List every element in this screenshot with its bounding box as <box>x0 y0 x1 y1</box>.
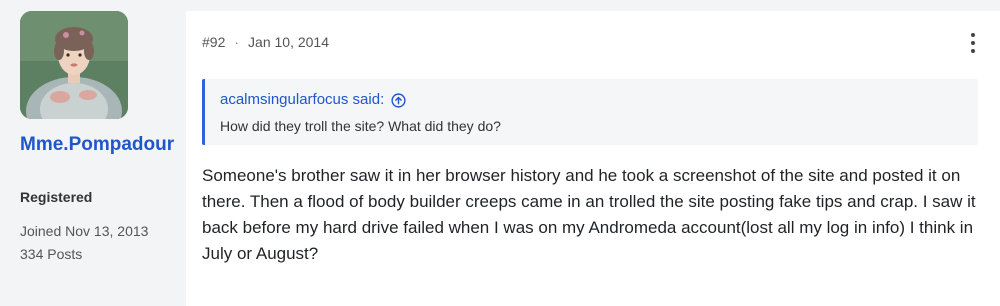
post: #92 · Jan 10, 2014 acalmsingularfocus said… <box>186 11 1000 306</box>
post-body: Someone's brother saw it in her browser … <box>202 166 976 263</box>
username[interactable]: Mme.Pompadour <box>20 133 180 157</box>
avatar-portrait-image <box>20 11 128 119</box>
quote-text: How did they troll the site? What did th… <box>220 118 501 134</box>
more-dot <box>971 41 975 45</box>
more-vertical-icon[interactable] <box>968 33 978 53</box>
user-role: Registered <box>20 189 93 205</box>
user-sidebar: Mme.Pompadour Registered Joined Nov 13, … <box>0 0 186 306</box>
post-number[interactable]: #92 <box>202 34 225 50</box>
user-joined-date: Joined Nov 13, 2013 <box>20 223 149 239</box>
quote-block: acalmsingularfocus said: How did they tr… <box>202 79 978 145</box>
quote-author: acalmsingularfocus said: <box>220 91 385 108</box>
avatar[interactable] <box>20 11 128 119</box>
meta-separator: · <box>234 34 240 50</box>
more-dot <box>971 33 975 37</box>
post-date[interactable]: Jan 10, 2014 <box>248 34 329 50</box>
quote-author-link[interactable]: acalmsingularfocus said: <box>220 90 406 110</box>
post-meta: #92 · Jan 10, 2014 <box>202 33 329 51</box>
user-post-count: 334 Posts <box>20 246 83 262</box>
arrow-up-circle-icon[interactable] <box>391 92 406 108</box>
more-dot <box>971 49 975 53</box>
